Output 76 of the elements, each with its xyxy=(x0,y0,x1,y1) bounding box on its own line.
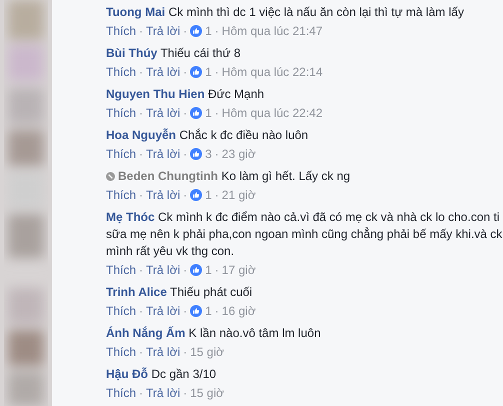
comment-text: Mẹ Thóc Ck mình k đc điểm nào cả.vì đã có mẹ ck và nhà ck lo cho.con ti sữa mẹ nên k phải pha,con ngoan mình cũng chẳng phải bế mấy khi.và ck mình rất yêu vk thg con. xyxy=(106,209,503,260)
reply-link[interactable]: Trả lời xyxy=(146,343,180,361)
like-link[interactable]: Thích xyxy=(106,63,136,81)
reply-link[interactable]: Trả lời xyxy=(146,104,180,122)
like-count: 1 xyxy=(205,303,212,320)
circle-icon xyxy=(106,172,115,181)
separator: · xyxy=(139,187,144,204)
comment-time[interactable]: Hôm qua lúc 22:42 xyxy=(222,104,323,122)
separator: · xyxy=(139,146,144,163)
comment-time[interactable]: 23 giờ xyxy=(222,145,256,163)
like-icon xyxy=(190,264,202,276)
comment-time[interactable]: 15 giờ xyxy=(190,384,224,402)
comment-text: Hậu Đỗ Dc gần 3/10 xyxy=(106,366,216,383)
separator: · xyxy=(183,105,188,122)
like-count: 3 xyxy=(205,146,212,163)
like-link[interactable]: Thích xyxy=(106,343,136,361)
comment-time[interactable]: Hôm qua lúc 21:47 xyxy=(222,22,323,40)
separator: · xyxy=(214,146,219,163)
separator: · xyxy=(139,344,144,361)
like-link[interactable]: Thích xyxy=(106,104,136,122)
separator: · xyxy=(183,262,188,279)
reply-link[interactable]: Trả lời xyxy=(146,261,180,279)
like-count: 1 xyxy=(205,105,212,122)
separator: · xyxy=(214,105,219,122)
separator: · xyxy=(183,344,188,361)
reply-link[interactable]: Trả lời xyxy=(146,186,180,204)
reply-link[interactable]: Trả lời xyxy=(146,384,180,402)
separator: · xyxy=(139,64,144,81)
separator: · xyxy=(183,385,188,402)
like-count: 1 xyxy=(205,23,212,40)
separator: · xyxy=(214,262,219,279)
reply-link[interactable]: Trả lời xyxy=(146,145,180,163)
like-count: 1 xyxy=(205,262,212,279)
like-link[interactable]: Thích xyxy=(106,145,136,163)
separator: · xyxy=(183,64,188,81)
like-icon xyxy=(190,305,202,317)
separator: · xyxy=(214,23,219,40)
separator: · xyxy=(214,303,219,320)
separator: · xyxy=(139,23,144,40)
comment-text: Trinh Alice Thiếu phát cuối xyxy=(106,284,252,301)
separator: · xyxy=(214,64,219,81)
comment-text: Beden Chungtinh Ko làm gì hết. Lấy ck ng xyxy=(118,168,350,185)
comment-time[interactable]: 21 giờ xyxy=(222,186,256,204)
separator: · xyxy=(139,385,144,402)
like-icon xyxy=(190,66,202,78)
reply-link[interactable]: Trả lời xyxy=(146,302,180,320)
separator: · xyxy=(183,187,188,204)
comment-time[interactable]: 16 giờ xyxy=(222,302,256,320)
reply-link[interactable]: Trả lời xyxy=(146,22,180,40)
like-icon xyxy=(190,189,202,201)
like-link[interactable]: Thích xyxy=(106,384,136,402)
separator: · xyxy=(139,105,144,122)
like-icon xyxy=(190,107,202,119)
like-count: 1 xyxy=(205,187,212,204)
separator: · xyxy=(139,262,144,279)
comment-text: Ánh Nắng Ấm K lần nào.vô tâm lm luôn xyxy=(106,325,321,342)
separator: · xyxy=(139,303,144,320)
separator: · xyxy=(214,187,219,204)
comment-time[interactable]: 17 giờ xyxy=(222,261,256,279)
like-link[interactable]: Thích xyxy=(106,261,136,279)
reply-link[interactable]: Trả lời xyxy=(146,63,180,81)
comment-text: Bùi Thúy Thiếu cái thứ 8 xyxy=(106,45,241,62)
like-link[interactable]: Thích xyxy=(106,22,136,40)
comment-text: Nguyen Thu Hien Đức Mạnh xyxy=(106,86,264,103)
like-link[interactable]: Thích xyxy=(106,302,136,320)
comment-time[interactable]: Hôm qua lúc 22:14 xyxy=(222,63,323,81)
like-icon xyxy=(190,25,202,37)
separator: · xyxy=(183,23,188,40)
separator: · xyxy=(183,146,188,163)
like-link[interactable]: Thích xyxy=(106,186,136,204)
like-icon xyxy=(190,148,202,160)
comment-text: Tuong Mai Ck mình thì dc 1 việc là nấu ăn còn lại thì tự mà làm lấy xyxy=(106,4,464,21)
separator: · xyxy=(183,303,188,320)
like-count: 1 xyxy=(205,64,212,81)
comment-time[interactable]: 15 giờ xyxy=(190,343,224,361)
comment-text: Hoa Nguyễn Chắc k đc điều nào luôn xyxy=(106,127,308,144)
